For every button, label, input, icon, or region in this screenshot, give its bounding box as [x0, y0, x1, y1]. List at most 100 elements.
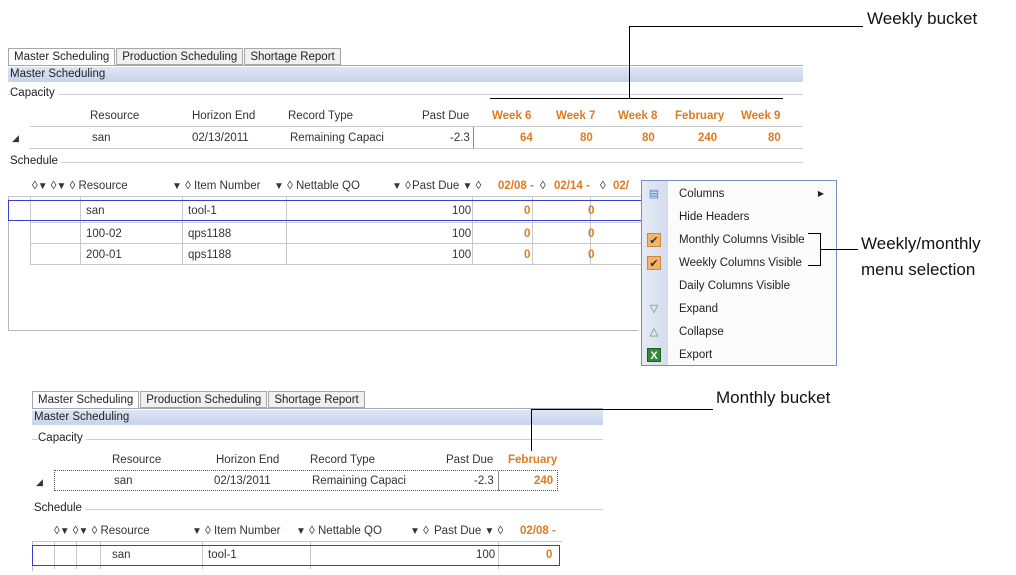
sort-icon[interactable]: ◊: [92, 525, 98, 537]
col-header-item-number[interactable]: ▼ ◊ Item Number: [172, 180, 260, 192]
menu-item-daily-label: Daily Columns Visible: [679, 280, 790, 292]
sort-icon[interactable]: ◊: [185, 180, 191, 192]
filter-icon[interactable]: ▼: [192, 526, 202, 537]
menu-item-hide-headers-label: Hide Headers: [679, 211, 750, 223]
expand-toggle-icon[interactable]: ◢: [12, 133, 19, 144]
schedule-row-2-item: qps1188: [188, 249, 232, 261]
menu-item-export[interactable]: X Export: [642, 344, 836, 366]
tab-production-scheduling[interactable]: Production Scheduling: [116, 48, 244, 65]
col-header-week-6[interactable]: Week 6: [492, 110, 531, 122]
col-header-past-due[interactable]: Past Due: [422, 110, 469, 122]
expand-icon: ▽: [649, 303, 659, 315]
col-header-week-7[interactable]: Week 7: [556, 110, 595, 122]
col-header-february[interactable]: February: [508, 454, 557, 466]
col-header-record-type[interactable]: Record Type: [310, 454, 375, 466]
past-due-divider: [473, 127, 474, 148]
col-header-resource[interactable]: Resource: [100, 525, 149, 537]
menu-item-weekly-columns[interactable]: ✔ Weekly Columns Visible: [642, 252, 836, 274]
menu-item-daily-columns[interactable]: Daily Columns Visible: [642, 275, 836, 297]
schedule-row-0-d2: 0: [588, 205, 595, 217]
menu-item-monthly-label: Monthly Columns Visible: [679, 234, 805, 246]
filter-icon[interactable]: ▼: [392, 181, 402, 192]
col-header-0208[interactable]: 02/08 -: [520, 525, 556, 537]
sort-icon[interactable]: ◊: [600, 180, 606, 192]
col-header-0214[interactable]: 02/14 -: [554, 180, 590, 192]
menu-item-hide-headers[interactable]: Hide Headers: [642, 206, 836, 228]
tab-master-scheduling[interactable]: Master Scheduling: [8, 48, 116, 66]
filter-icon[interactable]: ▼: [296, 526, 306, 537]
col-header-02-partial[interactable]: 02/: [613, 180, 629, 192]
expand-toggle-icon[interactable]: ◢: [36, 477, 43, 488]
menu-item-columns[interactable]: ▤ Columns ▶: [642, 183, 836, 205]
col-header-horizon-end[interactable]: Horizon End: [192, 110, 255, 122]
schedule-row-resource: san: [112, 549, 131, 561]
capacity-row-bottom: [30, 148, 803, 149]
filter-icon[interactable]: ▼: [274, 181, 284, 192]
sort-icon[interactable]: ◊: [309, 525, 315, 537]
schedule-row-2-resource: 200-01: [86, 249, 122, 261]
filter-icon[interactable]: ▼: [60, 526, 70, 537]
sort-icon[interactable]: ◊: [476, 180, 482, 192]
schedule-row-d1: 0: [546, 549, 553, 561]
filter-icon[interactable]: ▼: [410, 526, 420, 537]
col-header-february[interactable]: February: [675, 110, 724, 122]
schedule-group-line: [8, 162, 803, 163]
filter-icon[interactable]: ▼: [485, 526, 495, 537]
annotation-leader-line: [629, 26, 630, 98]
tab-production-scheduling[interactable]: Production Scheduling: [140, 391, 268, 408]
menu-item-collapse[interactable]: △ Collapse: [642, 321, 836, 343]
col-header-week-9[interactable]: Week 9: [741, 110, 780, 122]
top-tab-strip: Master Scheduling Production Scheduling …: [8, 48, 342, 66]
sort-icon[interactable]: ◊: [498, 525, 504, 537]
col-header-nettable[interactable]: ▼ ◊ Nettable QO: [296, 525, 382, 537]
tab-shortage-report[interactable]: Shortage Report: [244, 48, 341, 65]
bottom-panel: Master Scheduling Production Scheduling …: [32, 391, 603, 571]
menu-item-monthly-columns[interactable]: ✔ Monthly Columns Visible: [642, 229, 836, 251]
tab-master-scheduling[interactable]: Master Scheduling: [32, 391, 140, 409]
tab-underline: [32, 408, 603, 409]
col-header-past-due[interactable]: Past Due ▼ ◊: [434, 525, 503, 537]
sort-icon[interactable]: ◊: [405, 180, 411, 192]
filter-icon[interactable]: ▼: [78, 526, 88, 537]
menu-item-expand[interactable]: ▽ Expand: [642, 298, 836, 320]
schedule-row-past-due: 100: [476, 549, 496, 561]
capacity-week-8: 80: [642, 132, 655, 144]
schedule-row-1-past-due: 100: [452, 228, 472, 240]
menu-item-columns-label: Columns: [679, 188, 725, 200]
col-header-nettable-label: Nettable QO: [318, 525, 382, 537]
col-header-nettable-filter[interactable]: ▼ ◊: [410, 525, 429, 537]
col-header-item-number[interactable]: ▼ ◊ Item Number: [192, 525, 280, 537]
sort-icon[interactable]: ◊: [287, 180, 293, 192]
col-header-week-8[interactable]: Week 8: [618, 110, 657, 122]
sort-icon[interactable]: ◊: [70, 180, 76, 192]
col-header-0208[interactable]: 02/08 -: [498, 180, 534, 192]
col-header-past-due[interactable]: Past Due ▼ ◊: [412, 180, 481, 192]
capacity-group-label: Capacity: [10, 87, 58, 99]
col-header-past-due-label: Past Due: [412, 180, 460, 192]
col-header-record-type[interactable]: Record Type: [288, 110, 353, 122]
col-header-resource[interactable]: Resource: [78, 180, 127, 192]
capacity-group-label: Capacity: [38, 432, 86, 444]
col-header-nettable-filter[interactable]: ▼ ◊: [392, 180, 411, 192]
schedule-grid-line: [30, 222, 643, 223]
capacity-week-6: 64: [520, 132, 533, 144]
filter-icon[interactable]: ▼: [463, 181, 473, 192]
collapse-icon: △: [649, 326, 659, 338]
capacity-resource: san: [114, 475, 133, 487]
capacity-horizon: 02/13/2011: [214, 475, 271, 487]
sort-icon[interactable]: ◊: [540, 180, 546, 192]
tab-shortage-report[interactable]: Shortage Report: [268, 391, 365, 408]
schedule-group-label: Schedule: [10, 155, 61, 167]
col-header-resource[interactable]: Resource: [90, 110, 139, 122]
col-header-nettable[interactable]: ▼ ◊ Nettable QO: [274, 180, 360, 192]
col-header-past-due[interactable]: Past Due: [446, 454, 493, 466]
filter-icon[interactable]: ▼: [38, 181, 48, 192]
sort-icon[interactable]: ◊: [423, 525, 429, 537]
sort-icon[interactable]: ◊: [205, 525, 211, 537]
checkmark-icon: ✔: [647, 233, 661, 247]
filter-icon[interactable]: ▼: [172, 181, 182, 192]
col-header-horizon-end[interactable]: Horizon End: [216, 454, 279, 466]
col-header-resource[interactable]: Resource: [112, 454, 161, 466]
tab-underline: [8, 65, 803, 66]
filter-icon[interactable]: ▼: [56, 181, 66, 192]
